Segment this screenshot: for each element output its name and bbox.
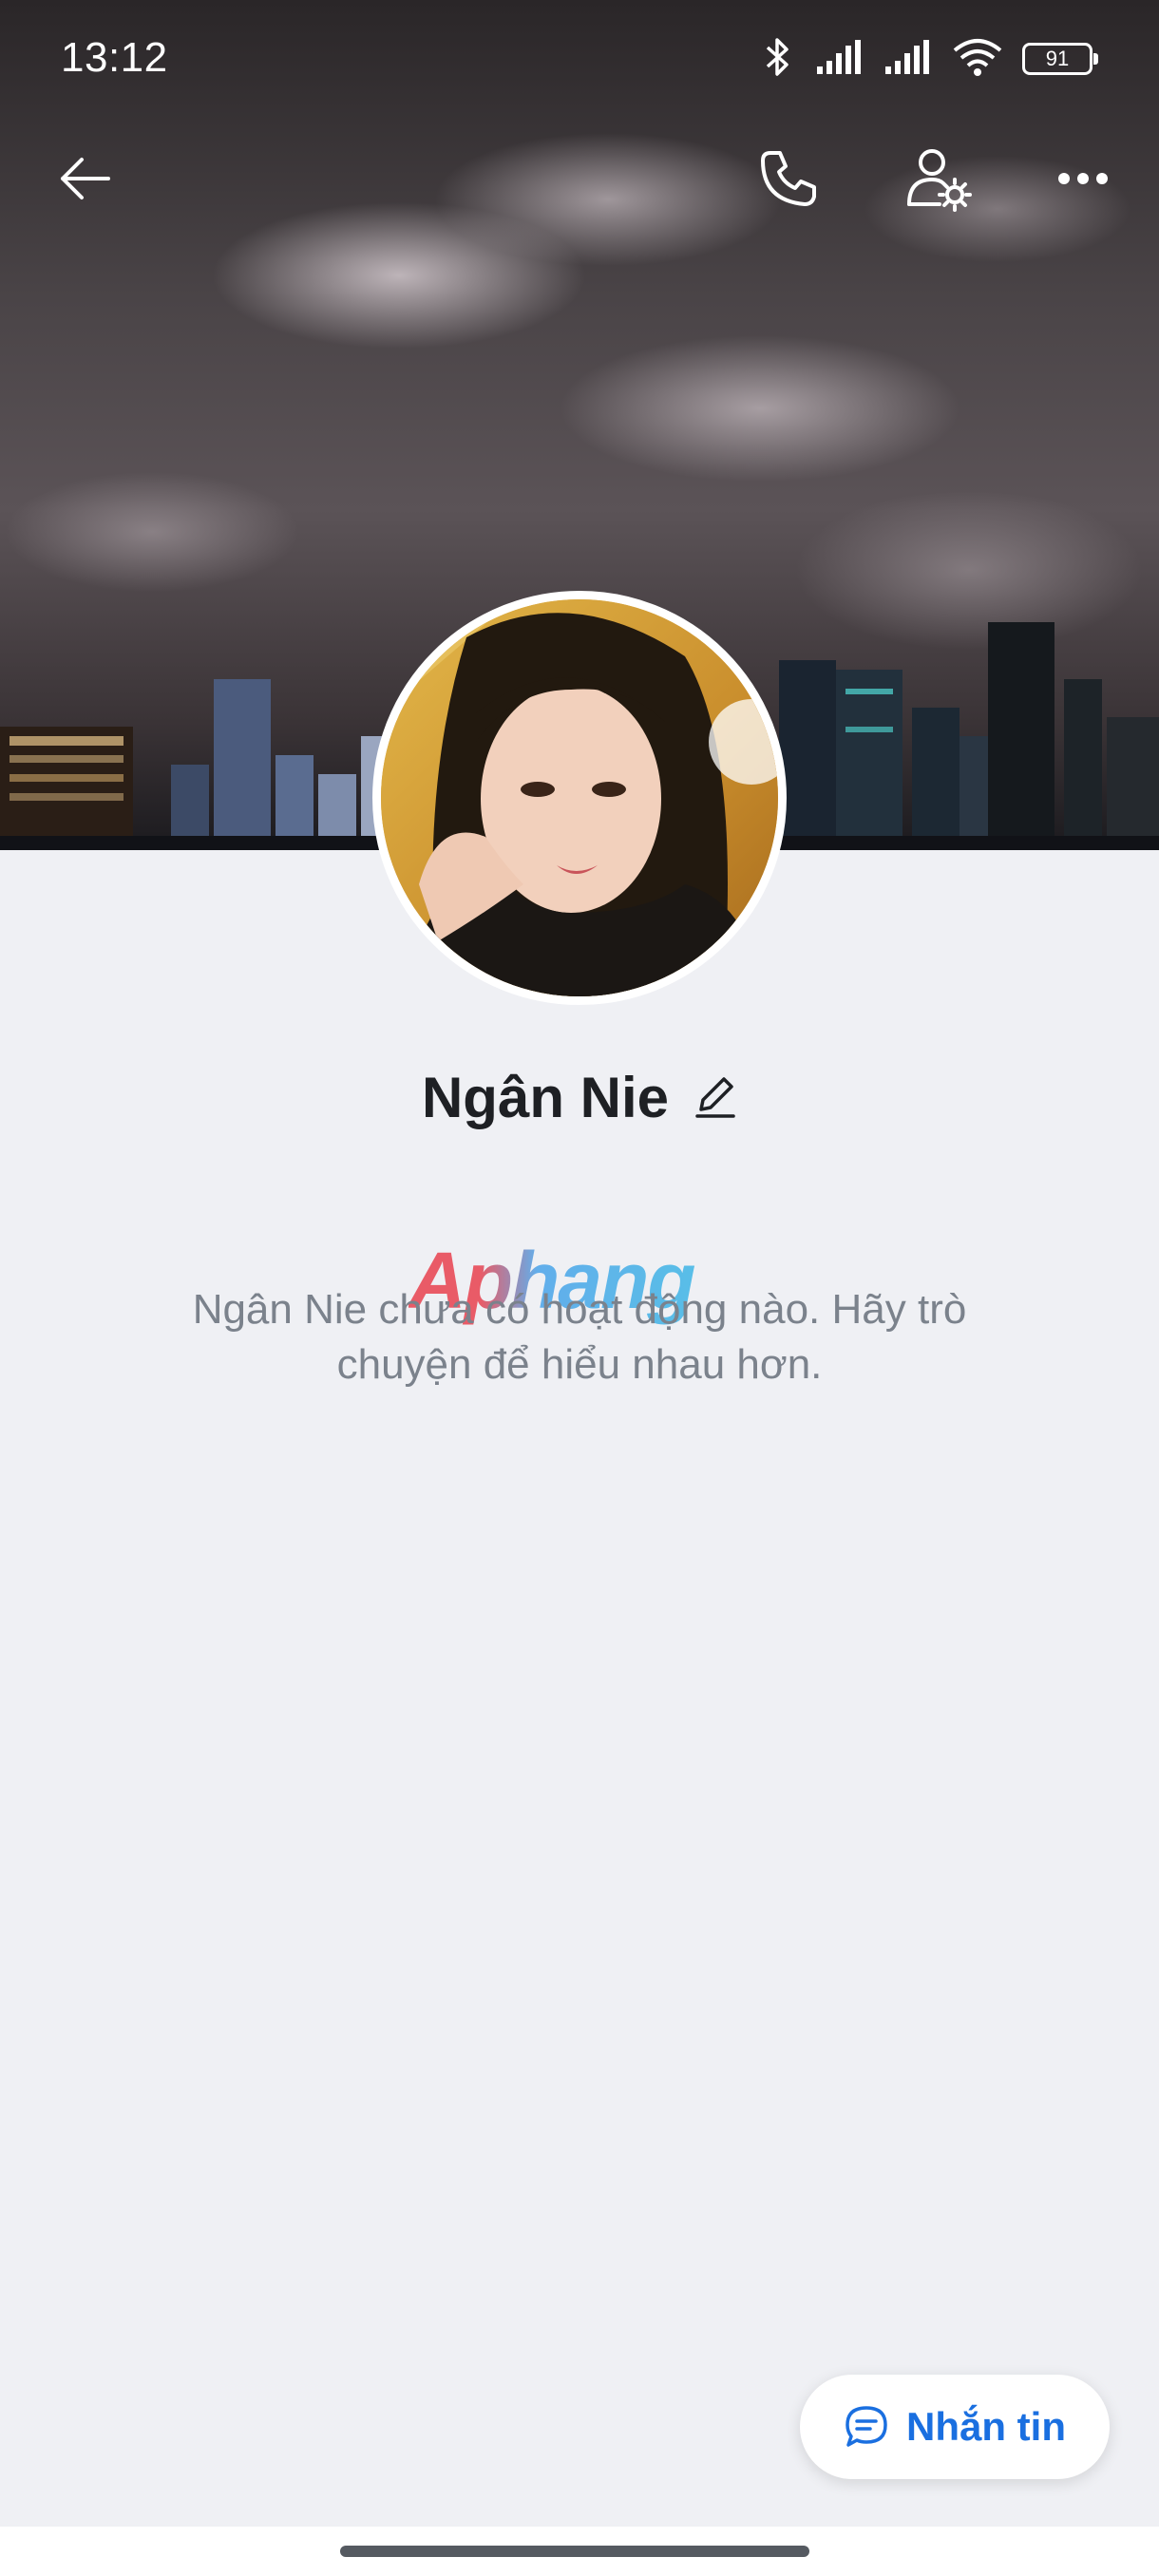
more-icon xyxy=(1054,169,1112,193)
chat-bubble-icon xyxy=(844,2404,889,2450)
battery-level: 91 xyxy=(1045,47,1070,70)
message-button[interactable]: Nhắn tin xyxy=(800,2375,1110,2479)
bluetooth-icon xyxy=(758,36,796,83)
user-settings-icon xyxy=(905,145,972,217)
profile-settings-button[interactable] xyxy=(891,133,986,228)
edit-name-button[interactable] xyxy=(694,1071,737,1124)
home-indicator[interactable] xyxy=(340,2546,809,2557)
call-button[interactable] xyxy=(741,133,836,228)
empty-activity-message: Ngân Nie chưa có hoạt động nào. Hãy trò … xyxy=(192,1286,967,1388)
profile-avatar[interactable] xyxy=(372,591,787,1005)
back-arrow-icon xyxy=(57,150,114,212)
more-options-button[interactable] xyxy=(1036,133,1130,228)
avatar-photo xyxy=(381,599,778,996)
wifi-icon xyxy=(952,37,1003,82)
message-button-label: Nhắn tin xyxy=(906,2404,1066,2449)
status-time: 13:12 xyxy=(61,34,168,81)
signal-icon xyxy=(815,38,864,81)
back-button[interactable] xyxy=(38,133,133,228)
profile-name: Ngân Nie xyxy=(421,1065,670,1129)
phone-icon xyxy=(757,147,820,215)
top-nav xyxy=(0,133,1159,228)
status-icons: 91 xyxy=(758,36,1098,83)
name-row: Ngân Nie xyxy=(0,1054,1159,1140)
signal-icon xyxy=(884,38,933,81)
battery-icon: 91 xyxy=(1022,43,1098,75)
pencil-icon xyxy=(694,1071,737,1124)
status-bar: 13:12 91 xyxy=(0,0,1159,123)
